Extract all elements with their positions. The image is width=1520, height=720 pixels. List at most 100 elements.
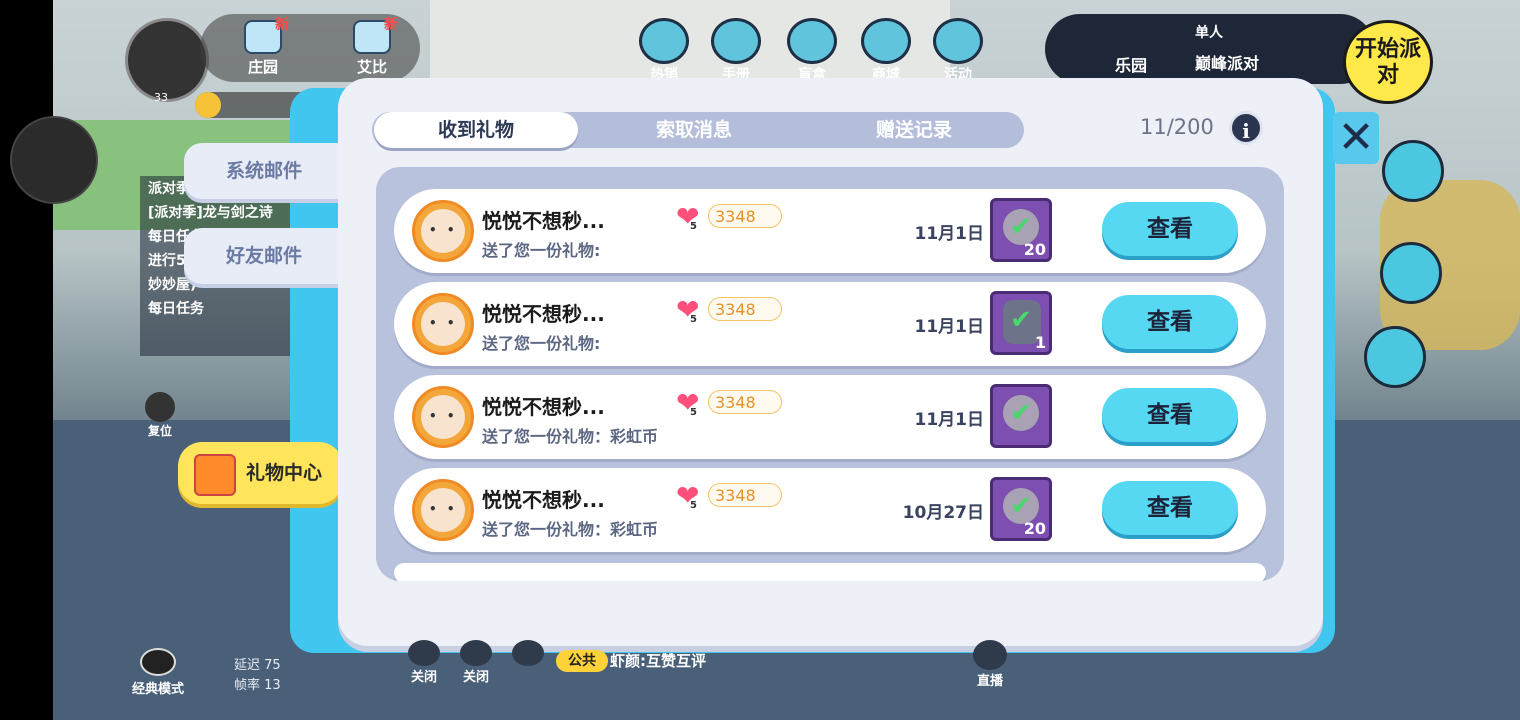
blind-box-icon <box>787 18 837 64</box>
sender-name: 悦悦不想秒... <box>482 395 605 419</box>
blind-box-button[interactable]: 盲盒 <box>784 18 840 84</box>
list-item: • • 悦悦不想秒... 送了您一份礼物：彩虹币 ❤ 5 3348 11月1日 … <box>394 375 1266 459</box>
check-coin-icon: ✔ <box>1003 395 1039 431</box>
abby-button[interactable]: 新 艾比 <box>342 17 402 80</box>
classic-mode-label: 经典模式 <box>132 682 185 697</box>
item-quantity: 20 <box>1023 519 1046 538</box>
avatar[interactable]: • • <box>412 479 474 541</box>
manor-button[interactable]: 新 庄园 <box>233 17 293 80</box>
mic-toggle-button[interactable]: 关闭 <box>404 640 444 685</box>
reset-button[interactable]: 复位 <box>142 392 178 439</box>
new-badge: 新 <box>275 17 289 33</box>
live-label: 直播 <box>976 674 1003 689</box>
screen-notch-bar <box>0 0 53 720</box>
close-button[interactable]: ✕ <box>1333 112 1379 164</box>
chat-button[interactable] <box>508 640 548 666</box>
heart-level: 5 <box>690 314 697 325</box>
gift-center-tab[interactable]: 礼物中心 <box>178 442 343 504</box>
box-icon[interactable] <box>1382 140 1444 202</box>
gift-list[interactable]: • • 悦悦不想秒... 送了您一份礼物: ❤ 5 3348 11月1日 ✔ 20… <box>376 167 1284 581</box>
sender-name: 悦悦不想秒... <box>482 302 605 326</box>
list-item: • • 悦悦不想秒... 送了您一份礼物: ❤ 5 3348 11月1日 ✔ 20… <box>394 189 1266 273</box>
emote-icon[interactable] <box>1364 326 1426 388</box>
avatar-eyes: • • <box>429 223 458 237</box>
gift-item-icon[interactable]: ✔ 20 <box>990 477 1052 541</box>
player-level: 33 <box>154 91 168 104</box>
view-button[interactable]: 查看 <box>1102 202 1238 256</box>
party-mode-banner[interactable]: 单人 乐园 巅峰派对 <box>1045 14 1375 84</box>
public-channel-badge[interactable]: 公共 <box>556 650 608 672</box>
gift-item-icon[interactable]: ✔ <box>990 384 1052 448</box>
manor-label: 庄园 <box>247 58 278 76</box>
gift-description: 送了您一份礼物：彩虹币 <box>482 427 659 446</box>
classic-mode-button[interactable]: 经典模式 <box>132 648 184 697</box>
sender-name: 悦悦不想秒... <box>482 209 605 233</box>
list-item: • • 悦悦不想秒... 送了您一份礼物: ❤ 5 3348 11月1日 ✔ 1 … <box>394 282 1266 366</box>
reset-icon <box>145 392 175 422</box>
party-peak: 巅峰派对 <box>1195 54 1260 73</box>
play-icon <box>973 640 1007 670</box>
start-party-button[interactable]: 开始派对 <box>1343 20 1433 104</box>
gift-date: 11月1日 <box>914 410 985 430</box>
player-avatar[interactable]: 33 <box>125 18 209 104</box>
coin-icon <box>195 92 221 118</box>
tab-received-gifts[interactable]: 收到礼物 <box>374 112 578 148</box>
gift-description: 送了您一份礼物：彩虹币 <box>482 520 659 539</box>
shop-bag-icon <box>861 18 911 64</box>
hot-sale-button[interactable]: 热销 <box>636 18 692 84</box>
gift-date: 11月1日 <box>914 317 985 337</box>
view-button[interactable]: 查看 <box>1102 388 1238 442</box>
latency-label: 延迟 75 <box>234 658 281 673</box>
avatar-eyes: • • <box>429 502 458 516</box>
avatar[interactable]: • • <box>412 293 474 355</box>
avatar[interactable]: • • <box>412 386 474 448</box>
system-mail-tab[interactable]: 系统邮件 <box>184 143 344 199</box>
view-button[interactable]: 查看 <box>1102 295 1238 349</box>
fps-label: 帧率 13 <box>234 678 281 693</box>
heart-level: 5 <box>690 221 697 232</box>
tab-request-messages[interactable]: 索取消息 <box>592 112 796 148</box>
gift-tabs: 收到礼物 索取消息 赠送记录 <box>372 112 1024 148</box>
lobby-icon[interactable] <box>1380 242 1442 304</box>
star-menu-icon[interactable] <box>12 118 96 202</box>
tab-sent-records[interactable]: 赠送记录 <box>812 112 1016 148</box>
reset-label: 复位 <box>147 424 172 438</box>
chat-bubble-icon <box>512 640 544 666</box>
gift-description: 送了您一份礼物: <box>482 334 601 353</box>
gift-item-icon[interactable]: ✔ 20 <box>990 198 1052 262</box>
list-item: • • 悦悦不想秒... 送了您一份礼物：彩虹币 ❤ 5 3348 10月27日… <box>394 468 1266 552</box>
check-icon: ✔ <box>1010 305 1032 335</box>
shop-button[interactable]: 商城 <box>858 18 914 84</box>
mic-label: 关闭 <box>410 670 437 685</box>
friend-mail-tab[interactable]: 好友邮件 <box>184 228 344 284</box>
handbook-button[interactable]: 手册 <box>708 18 764 84</box>
gift-center-label: 礼物中心 <box>246 462 323 484</box>
eye-icon <box>140 648 176 676</box>
new-badge: 新 <box>384 17 398 33</box>
party-paradise: 乐园 <box>1115 56 1148 75</box>
heart-level: 5 <box>690 500 697 511</box>
avatar[interactable]: • • <box>412 200 474 262</box>
avatar-eyes: • • <box>429 316 458 330</box>
chat-line: 每日任务 <box>148 301 204 317</box>
party-mode-single: 单人 <box>1195 25 1223 41</box>
popularity-value: 3348 <box>708 297 782 321</box>
live-button[interactable]: 直播 <box>970 640 1010 689</box>
abby-label: 艾比 <box>356 58 387 76</box>
view-button[interactable]: 查看 <box>1102 481 1238 535</box>
item-quantity: 1 <box>1034 333 1046 352</box>
event-icon <box>933 18 983 64</box>
gift-date: 10月27日 <box>902 503 984 523</box>
handbook-icon <box>711 18 761 64</box>
chat-toggle-button[interactable]: 关闭 <box>456 640 496 685</box>
chat-line: [派对季]龙与剑之诗 <box>148 205 273 221</box>
item-quantity: 20 <box>1023 240 1046 259</box>
event-button[interactable]: 活动 <box>930 18 986 84</box>
gift-description: 送了您一份礼物: <box>482 241 601 260</box>
gift-item-icon[interactable]: ✔ 1 <box>990 291 1052 355</box>
mail-count: 11/200 <box>1140 115 1214 139</box>
info-icon[interactable]: i <box>1229 111 1263 145</box>
mic-off-icon <box>408 640 440 666</box>
network-stats: 延迟 75 帧率 13 <box>234 656 281 696</box>
popularity-value: 3348 <box>708 390 782 414</box>
